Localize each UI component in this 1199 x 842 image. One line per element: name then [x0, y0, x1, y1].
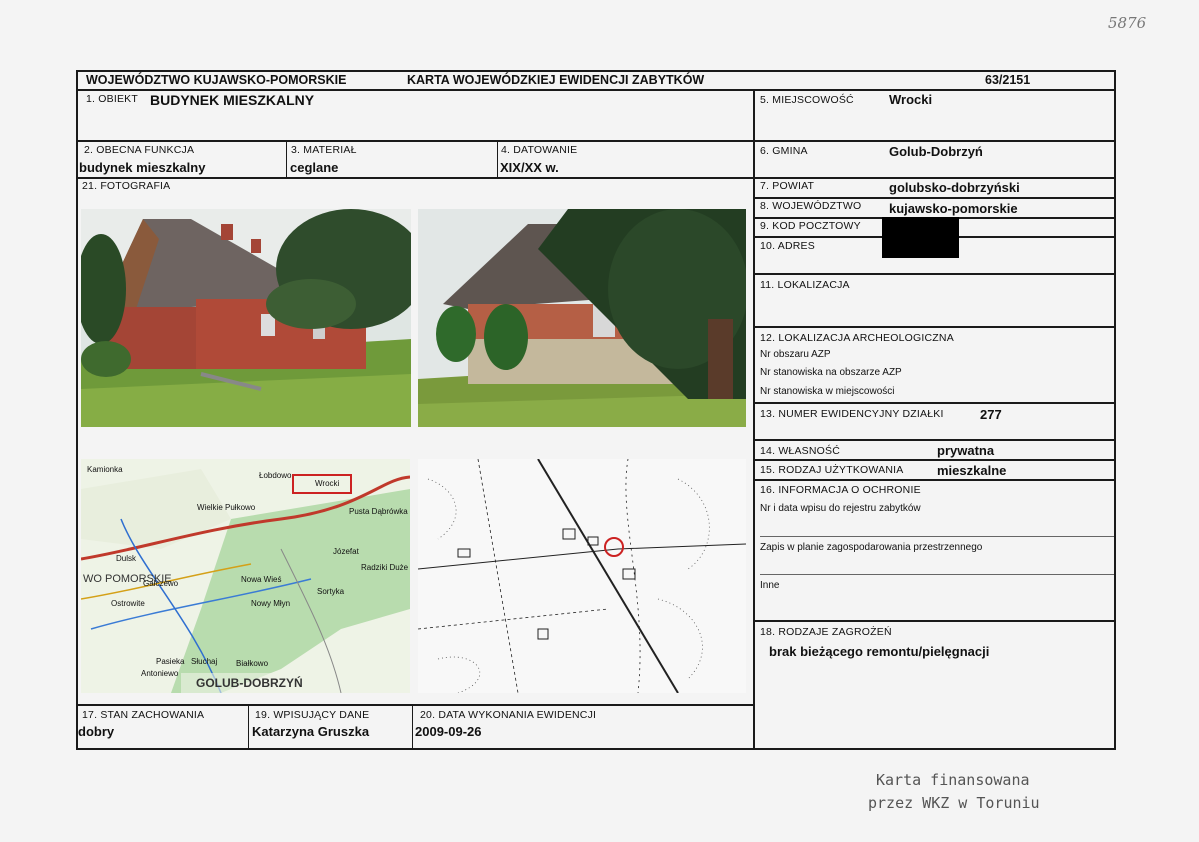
field-8-value: kujawsko-pomorskie	[889, 201, 1018, 216]
map-label-1: Łobdowo	[259, 471, 292, 480]
field-6-value: Golub-Dobrzyń	[889, 144, 983, 159]
field-19-label: 19. WPISUJĄCY DANE	[255, 709, 370, 721]
map-label-5: Radziki Duże	[361, 563, 409, 572]
field-5-value: Wrocki	[889, 92, 933, 107]
field-4-value: XIX/XX w.	[500, 160, 559, 175]
header-title: KARTA WOJEWÓDZKIEJ EWIDENCJI ZABYTKÓW	[407, 73, 705, 87]
field-2-label: 2. OBECNA FUNKCJA	[84, 144, 195, 156]
funding-stamp-line2: przez WKZ w Toruniu	[868, 794, 1040, 812]
field-10-label: 10. ADRES	[760, 240, 815, 252]
map-label-8: Nowa Wieś	[241, 575, 282, 584]
field-18-value: brak bieżącego remontu/pielęgnacji	[769, 644, 990, 659]
map-label-15: Antoniewo	[141, 669, 179, 678]
map-label-12: Józefat	[333, 547, 359, 556]
field-16-registry: Nr i data wpisu do rejestru zabytków	[760, 503, 921, 514]
map-topographic	[418, 459, 746, 693]
field-19-value: Katarzyna Gruszka	[252, 724, 370, 739]
field-20-label: 20. DATA WYKONANIA EWIDENCJI	[420, 709, 597, 721]
field-9-label: 9. KOD POCZTOWY	[760, 220, 861, 232]
field-1-label: 1. OBIEKT	[86, 93, 138, 105]
field-18-label: 18. RODZAJE ZAGROŻEŃ	[760, 626, 892, 638]
map-label-14: Białkowo	[236, 659, 269, 668]
field-12-azp-area: Nr obszaru AZP	[760, 349, 831, 360]
map-label-3: Kamionka	[87, 465, 123, 474]
map-label-2: Wielkie Pułkowo	[197, 503, 256, 512]
field-17-value: dobry	[78, 724, 115, 739]
field-13-label: 13. NUMER EWIDENCYJNY DZIAŁKI	[760, 408, 944, 420]
field-7-value: golubsko-dobrzyński	[889, 180, 1020, 195]
redaction-box	[882, 217, 959, 258]
field-4-label: 4. DATOWANIE	[501, 144, 578, 156]
field-8-label: 8. WOJEWÓDZTWO	[760, 200, 862, 212]
field-2-value: budynek mieszkalny	[79, 160, 206, 175]
map-label-9: Sortyka	[317, 587, 345, 596]
field-12-azp-site: Nr stanowiska na obszarze AZP	[760, 367, 902, 378]
field-17-label: 17. STAN ZACHOWANIA	[82, 709, 205, 721]
map-town-label: GOLUB-DOBRZYŃ	[196, 676, 303, 690]
header-region: WOJEWÓDZTWO KUJAWSKO-POMORSKIE	[86, 73, 347, 87]
field-13-value: 277	[980, 407, 1002, 422]
field-6-label: 6. GMINA	[760, 145, 808, 157]
handwritten-number: 5876	[1108, 14, 1147, 32]
field-14-label: 14. WŁASNOŚĆ	[760, 445, 841, 457]
map-label-11: Pusta Dąbrówka	[349, 507, 408, 516]
map-label-6: Dulsk	[116, 554, 137, 563]
funding-stamp-line1: Karta finansowana	[876, 771, 1030, 789]
field-16-plan: Zapis w planie zagospodarowania przestrz…	[760, 542, 983, 553]
field-15-value: mieszkalne	[937, 463, 1007, 478]
field-3-value: ceglane	[290, 160, 339, 175]
map-label-0: Wrocki	[315, 479, 340, 488]
field-16-other: Inne	[760, 580, 780, 591]
field-14-value: prywatna	[937, 443, 995, 458]
field-1-value: BUDYNEK MIESZKALNY	[150, 92, 315, 108]
field-12-label: 12. LOKALIZACJA ARCHEOLOGICZNA	[760, 332, 954, 344]
field-11-label: 11. LOKALIZACJA	[760, 279, 850, 291]
header-card-number: 63/2151	[985, 73, 1031, 87]
map-label-4: Nowy Młyn	[251, 599, 291, 608]
field-5-label: 5. MIEJSCOWOŚĆ	[760, 94, 854, 106]
field-12-local-site: Nr stanowiska w miejscowości	[760, 386, 895, 397]
field-20-value: 2009-09-26	[415, 724, 482, 739]
photo-house-side	[418, 209, 746, 427]
field-16-label: 16. INFORMACJA O OCHRONIE	[760, 484, 921, 496]
field-15-label: 15. RODZAJ UŻYTKOWANIA	[760, 464, 904, 476]
map-label-7: Ostrowite	[111, 599, 145, 608]
map-regional: Wrocki Łobdowo Wielkie Pułkowo Kamionka …	[81, 459, 410, 693]
field-21-label: 21. FOTOGRAFIA	[82, 180, 171, 192]
field-7-label: 7. POWIAT	[760, 180, 815, 192]
map-label-16: Pasieka	[156, 657, 185, 666]
map-region-label: WO POMORSKIE	[83, 573, 172, 585]
map-label-10: Słuchaj	[191, 657, 218, 666]
field-3-label: 3. MATERIAŁ	[291, 144, 357, 156]
photo-house-front	[81, 209, 411, 427]
